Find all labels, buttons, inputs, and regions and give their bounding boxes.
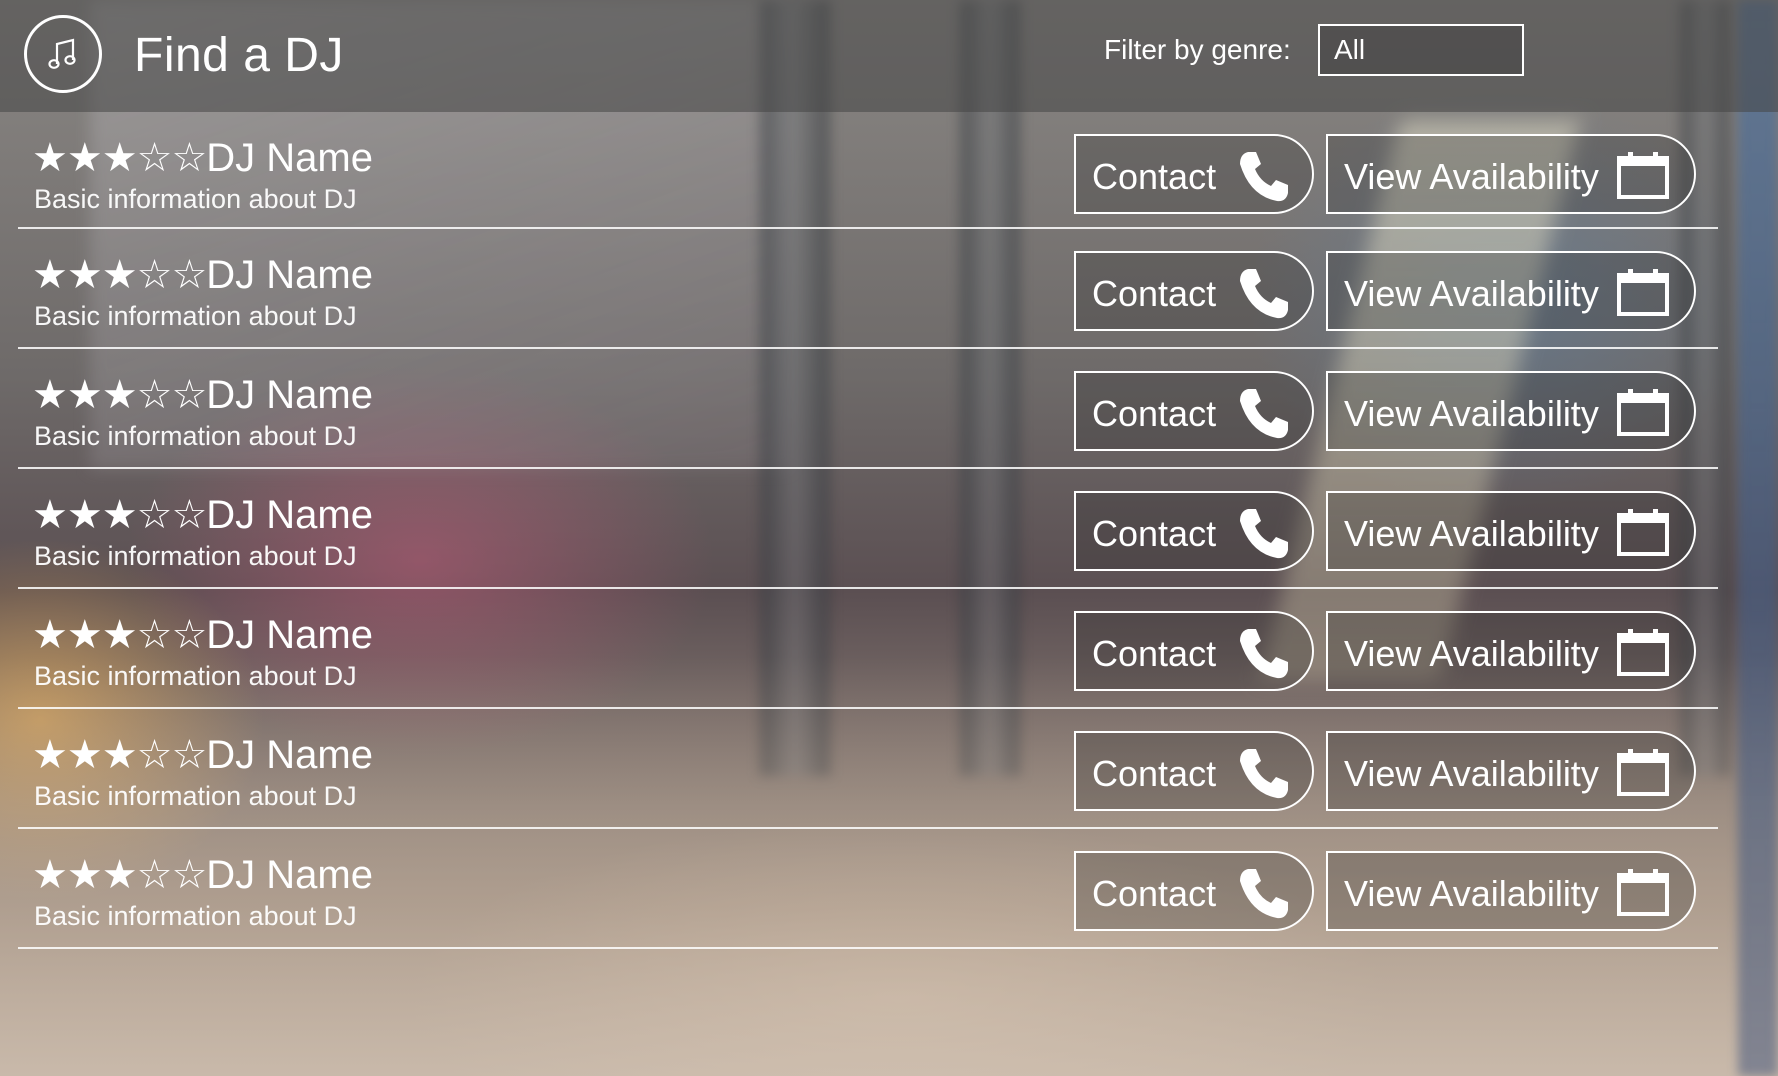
app-root: Find a DJ Filter by genre: All ★★★☆☆DJ N… xyxy=(0,0,1778,1076)
view-availability-button-label: View Availability xyxy=(1344,513,1599,554)
view-availability-button-label: View Availability xyxy=(1344,753,1599,794)
phone-icon xyxy=(1234,383,1294,448)
view-availability-button-label: View Availability xyxy=(1344,633,1599,674)
contact-button[interactable]: Contact xyxy=(1074,371,1314,451)
rating-stars: ★★★☆☆ xyxy=(32,373,207,417)
contact-button[interactable]: Contact xyxy=(1074,731,1314,811)
contact-button[interactable]: Contact xyxy=(1074,251,1314,331)
header-bar: Find a DJ Filter by genre: All xyxy=(0,0,1778,112)
dj-list-item: ★★★☆☆DJ Name Basic information about DJ … xyxy=(18,469,1718,589)
contact-button-label: Contact xyxy=(1092,156,1217,197)
view-availability-button[interactable]: View Availability xyxy=(1326,134,1696,214)
contact-button-label: Contact xyxy=(1092,513,1217,554)
rating-stars: ★★★☆☆ xyxy=(32,853,207,897)
view-availability-button[interactable]: View Availability xyxy=(1326,851,1696,931)
dj-name: DJ Name xyxy=(206,733,373,777)
dj-list-item: ★★★☆☆DJ Name Basic information about DJ … xyxy=(18,829,1718,949)
phone-icon xyxy=(1234,863,1294,928)
dj-info: Basic information about DJ xyxy=(34,421,357,451)
dj-name: DJ Name xyxy=(206,373,373,417)
dj-info: Basic information about DJ xyxy=(34,541,357,571)
view-availability-button[interactable]: View Availability xyxy=(1326,611,1696,691)
view-availability-button[interactable]: View Availability xyxy=(1326,491,1696,571)
dj-list: ★★★☆☆DJ Name Basic information about DJ … xyxy=(18,112,1718,949)
dj-info: Basic information about DJ xyxy=(34,184,357,214)
phone-icon xyxy=(1234,623,1294,688)
page-title: Find a DJ xyxy=(134,29,344,82)
dj-info: Basic information about DJ xyxy=(34,901,357,931)
contact-button[interactable]: Contact xyxy=(1074,491,1314,571)
view-availability-button[interactable]: View Availability xyxy=(1326,731,1696,811)
dj-list-item: ★★★☆☆DJ Name Basic information about DJ … xyxy=(18,112,1718,229)
calendar-icon xyxy=(1616,627,1670,682)
contact-button[interactable]: Contact xyxy=(1074,611,1314,691)
dj-list-item: ★★★☆☆DJ Name Basic information about DJ … xyxy=(18,589,1718,709)
view-availability-button-label: View Availability xyxy=(1344,873,1599,914)
phone-icon xyxy=(1234,263,1294,328)
dj-info: Basic information about DJ xyxy=(34,301,357,331)
rating-stars: ★★★☆☆ xyxy=(32,253,207,297)
dj-info: Basic information about DJ xyxy=(34,781,357,811)
contact-button-label: Contact xyxy=(1092,633,1217,674)
calendar-icon xyxy=(1616,267,1670,322)
dj-name: DJ Name xyxy=(206,613,373,657)
dj-name: DJ Name xyxy=(206,493,373,537)
calendar-icon xyxy=(1616,150,1670,205)
dj-name: DJ Name xyxy=(206,253,373,297)
calendar-icon xyxy=(1616,867,1670,922)
calendar-icon xyxy=(1616,747,1670,802)
rating-stars: ★★★☆☆ xyxy=(32,136,207,180)
view-availability-button[interactable]: View Availability xyxy=(1326,251,1696,331)
phone-icon xyxy=(1234,503,1294,568)
phone-icon xyxy=(1234,743,1294,808)
genre-filter-select[interactable]: All xyxy=(1318,24,1524,76)
rating-stars: ★★★☆☆ xyxy=(32,493,207,537)
calendar-icon xyxy=(1616,507,1670,562)
view-availability-button-label: View Availability xyxy=(1344,273,1599,314)
calendar-icon xyxy=(1616,387,1670,442)
dj-name: DJ Name xyxy=(206,853,373,897)
contact-button-label: Contact xyxy=(1092,873,1217,914)
rating-stars: ★★★☆☆ xyxy=(32,733,207,777)
dj-name: DJ Name xyxy=(206,136,373,180)
rating-stars: ★★★☆☆ xyxy=(32,613,207,657)
filter-label: Filter by genre: xyxy=(1104,34,1291,65)
contact-button-label: Contact xyxy=(1092,273,1217,314)
dj-list-item: ★★★☆☆DJ Name Basic information about DJ … xyxy=(18,709,1718,829)
contact-button-label: Contact xyxy=(1092,393,1217,434)
dj-list-item: ★★★☆☆DJ Name Basic information about DJ … xyxy=(18,349,1718,469)
contact-button[interactable]: Contact xyxy=(1074,851,1314,931)
dj-info: Basic information about DJ xyxy=(34,661,357,691)
phone-icon xyxy=(1234,146,1294,211)
view-availability-button-label: View Availability xyxy=(1344,393,1599,434)
view-availability-button[interactable]: View Availability xyxy=(1326,371,1696,451)
music-note-icon xyxy=(24,15,102,93)
contact-button[interactable]: Contact xyxy=(1074,134,1314,214)
contact-button-label: Contact xyxy=(1092,753,1217,794)
dj-list-item: ★★★☆☆DJ Name Basic information about DJ … xyxy=(18,229,1718,349)
view-availability-button-label: View Availability xyxy=(1344,156,1599,197)
